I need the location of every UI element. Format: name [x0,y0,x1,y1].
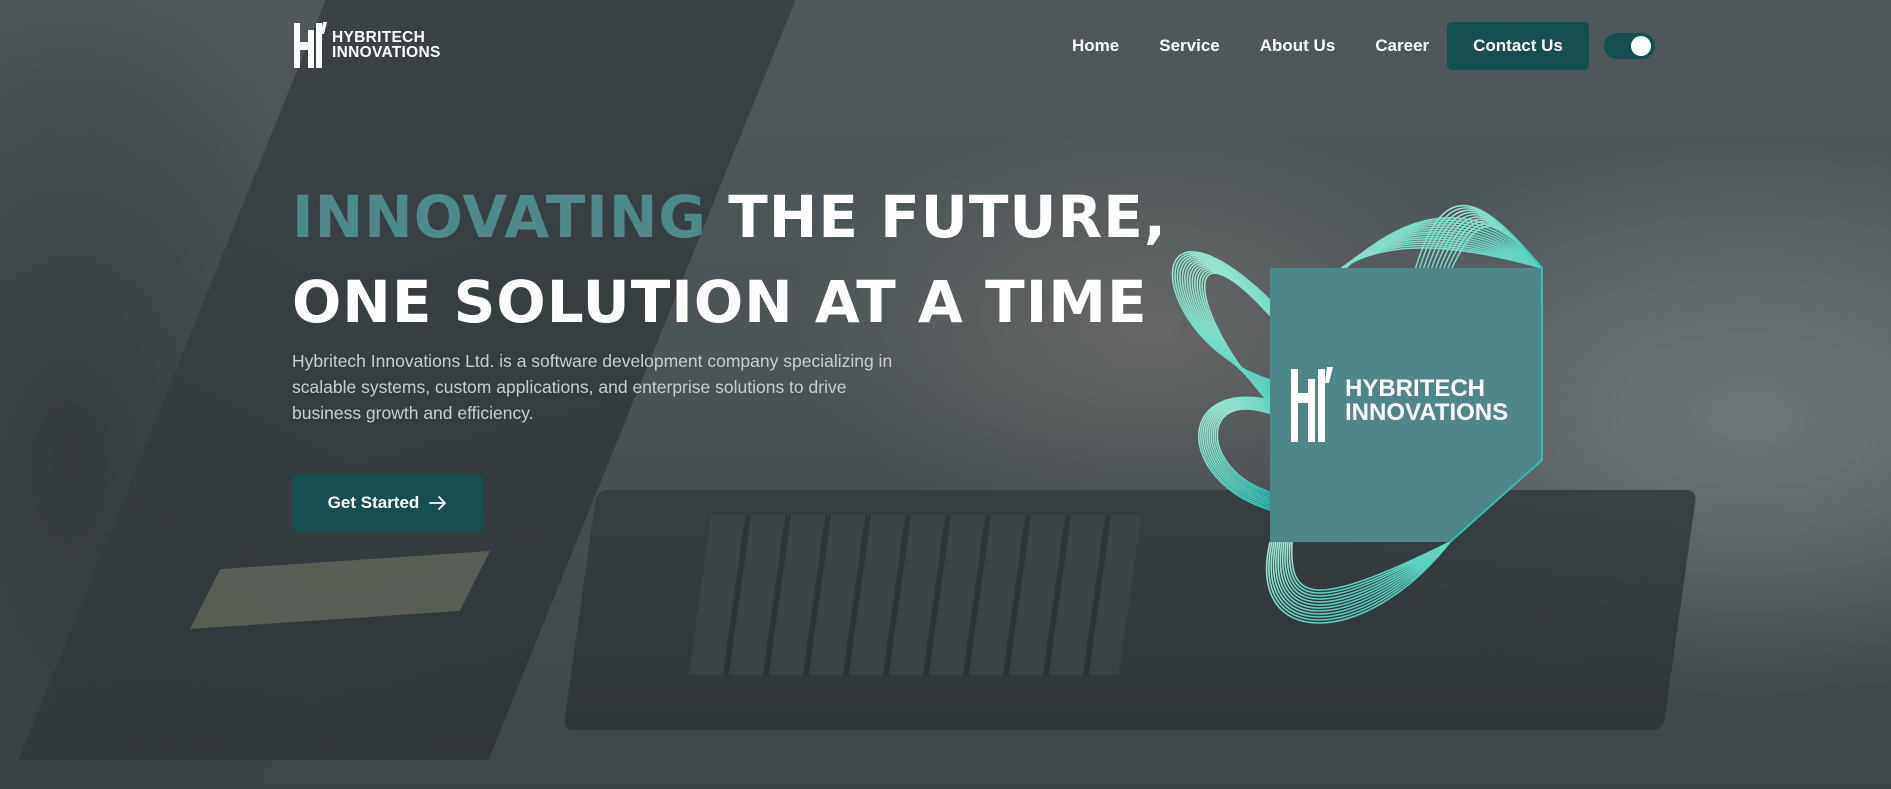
hero-title-line1-rest: THE FUTURE, [707,183,1167,251]
hero-description: Hybritech Innovations Ltd. is a software… [292,351,893,423]
nav-link-service[interactable]: Service [1159,36,1220,56]
toggle-knob [1631,36,1651,56]
nav-link-career[interactable]: Career [1375,36,1429,56]
hero-title-line1: INNOVATING THE FUTURE, [292,175,1167,260]
wave-pattern-illustration: HYBRITECH INNOVATIONS [1171,204,1543,624]
hero-title-line2: ONE SOLUTION AT A TIME [292,268,1148,336]
panel-brand-line1: HYBRITECH [1345,375,1485,402]
nav-link-about-us[interactable]: About Us [1260,36,1336,56]
top-navigation: Home Service About Us Career Contact Us [0,22,1891,70]
get-started-button[interactable]: Get Started [292,475,483,531]
theme-toggle[interactable] [1604,33,1655,59]
hero-background-photo [0,0,1891,789]
get-started-label: Get Started [327,493,420,512]
hero-title: INNOVATING THE FUTURE, ONE SOLUTION AT A… [292,175,1167,345]
panel-brand-line2: INNOVATIONS [1345,399,1508,426]
contact-us-button[interactable]: Contact Us [1447,22,1589,70]
nav-link-home[interactable]: Home [1072,36,1119,56]
arrow-right-icon [429,496,447,510]
hero-brand-graphic: HYBRITECH INNOVATIONS [1115,180,1565,660]
hero-title-accent: INNOVATING [292,183,708,251]
nav-links: Home Service About Us Career [1072,22,1429,70]
